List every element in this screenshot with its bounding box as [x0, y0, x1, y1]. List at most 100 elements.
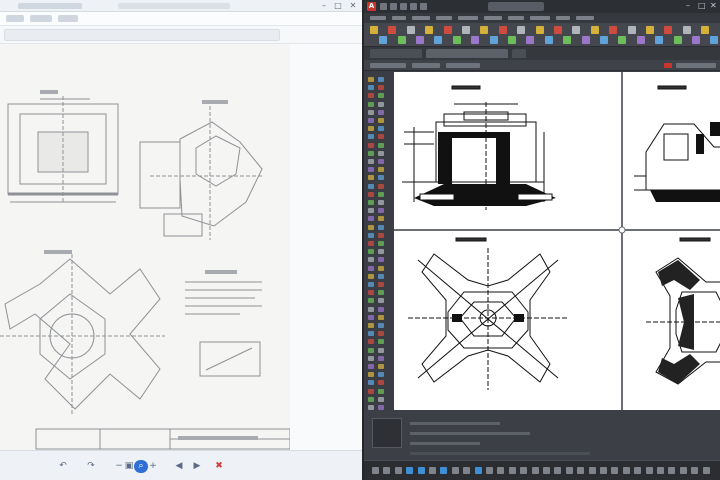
drawing-tool-icon[interactable]	[368, 126, 374, 132]
viewer-menu-item[interactable]	[30, 15, 52, 22]
drawing-tool-icon[interactable]	[368, 290, 374, 296]
drawing-tool-icon[interactable]	[378, 191, 384, 197]
drawing-tool-icon[interactable]	[378, 134, 384, 140]
ribbon-tool-icon[interactable]	[508, 36, 516, 44]
drawing-tool-icon[interactable]	[368, 216, 374, 222]
drawing-tool-icon[interactable]	[378, 273, 384, 279]
cad-menu-item[interactable]	[484, 16, 502, 20]
ribbon-tool-icon[interactable]	[627, 26, 636, 34]
drawing-tool-icon[interactable]	[378, 118, 384, 123]
ribbon-tool-icon[interactable]	[416, 36, 424, 44]
status-toggle-icon[interactable]	[531, 467, 539, 474]
status-toggle-icon[interactable]	[508, 467, 516, 474]
status-toggle-icon[interactable]	[634, 467, 642, 474]
viewer-close-button[interactable]: ✕	[347, 1, 359, 11]
document-tab-active[interactable]	[426, 49, 508, 58]
drawing-tool-icon[interactable]	[378, 323, 384, 328]
status-toggle-icon[interactable]	[543, 467, 550, 474]
drawing-tool-icon[interactable]	[378, 126, 384, 132]
zoom-in-icon[interactable]: +	[146, 460, 160, 473]
ribbon-tool-icon[interactable]	[554, 26, 562, 34]
drawing-tool-icon[interactable]	[378, 241, 384, 246]
drawing-tool-icon[interactable]	[368, 380, 374, 386]
drawing-tool-icon[interactable]	[378, 290, 384, 296]
status-toggle-icon[interactable]	[383, 467, 391, 474]
view-cube[interactable]	[372, 418, 402, 448]
drawing-tool-icon[interactable]	[378, 109, 384, 115]
drawing-tool-icon[interactable]	[368, 134, 374, 140]
drawing-tool-icon[interactable]	[378, 282, 384, 287]
quick-undo-icon[interactable]	[410, 3, 417, 10]
cad-menu-item[interactable]	[556, 16, 570, 20]
drawing-tool-icon[interactable]	[368, 306, 374, 312]
drawing-tool-icon[interactable]	[378, 396, 384, 402]
ribbon-tool-icon[interactable]	[710, 36, 719, 44]
ribbon-tool-icon[interactable]	[673, 36, 682, 44]
viewer-address-field[interactable]	[4, 29, 280, 41]
drawing-tool-icon[interactable]	[368, 298, 374, 304]
ribbon-tool-icon[interactable]	[434, 36, 443, 44]
ribbon-tool-icon[interactable]	[646, 26, 654, 34]
lineweight-dropdown[interactable]	[676, 63, 716, 68]
ribbon-tool-icon[interactable]	[397, 36, 406, 44]
drawing-tool-icon[interactable]	[378, 208, 384, 214]
status-toggle-icon[interactable]	[486, 467, 493, 474]
drawing-tool-icon[interactable]	[378, 372, 384, 378]
ribbon-tool-icon[interactable]	[370, 26, 378, 34]
drawing-tool-icon[interactable]	[378, 380, 384, 386]
drawing-tool-icon[interactable]	[378, 257, 384, 263]
drawing-tool-icon[interactable]	[368, 142, 374, 148]
ribbon-tool-icon[interactable]	[572, 26, 581, 34]
cad-menu-item[interactable]	[436, 16, 452, 20]
ribbon-tool-icon[interactable]	[462, 26, 470, 34]
status-toggle-icon[interactable]	[372, 467, 379, 474]
drawing-tool-icon[interactable]	[378, 265, 384, 271]
drawing-tool-icon[interactable]	[368, 167, 374, 173]
drawing-tool-icon[interactable]	[378, 77, 384, 82]
drawing-tool-icon[interactable]	[368, 249, 374, 255]
status-toggle-icon[interactable]	[463, 467, 471, 474]
status-toggle-icon[interactable]	[691, 467, 699, 474]
ribbon-tool-icon[interactable]	[388, 26, 397, 34]
previous-icon[interactable]: ◀	[172, 460, 186, 473]
ribbon-tool-icon[interactable]	[600, 36, 608, 44]
status-toggle-icon[interactable]	[600, 467, 607, 474]
quick-redo-icon[interactable]	[420, 3, 427, 10]
quick-save-icon[interactable]	[400, 3, 407, 10]
ribbon-tool-icon[interactable]	[489, 36, 498, 44]
document-tab[interactable]	[370, 49, 422, 58]
drawing-tool-icon[interactable]	[368, 175, 374, 181]
drawing-tool-icon[interactable]	[378, 216, 384, 222]
status-toggle-icon[interactable]	[565, 467, 573, 474]
drawing-tool-icon[interactable]	[368, 200, 374, 205]
ribbon-tool-icon[interactable]	[636, 36, 645, 44]
cad-maximize-button[interactable]: □	[698, 1, 706, 10]
cad-menu-item[interactable]	[530, 16, 550, 20]
ribbon-tool-icon[interactable]	[682, 26, 691, 34]
drawing-tool-icon[interactable]	[378, 159, 384, 164]
drawing-tool-icon[interactable]	[368, 224, 374, 230]
cad-menu-item[interactable]	[392, 16, 406, 20]
ribbon-tool-icon[interactable]	[544, 36, 553, 44]
cad-menu-item[interactable]	[458, 16, 478, 20]
status-toggle-icon[interactable]	[702, 467, 710, 474]
status-toggle-icon[interactable]	[520, 467, 528, 474]
ribbon-tool-icon[interactable]	[471, 36, 480, 44]
layer-dropdown[interactable]	[370, 63, 406, 68]
ribbon-tool-icon[interactable]	[701, 26, 710, 34]
ribbon-tool-icon[interactable]	[590, 26, 599, 34]
status-toggle-icon[interactable]	[497, 467, 505, 474]
drawing-tool-icon[interactable]	[368, 265, 374, 271]
drawing-tool-icon[interactable]	[378, 167, 384, 173]
drawing-tool-icon[interactable]	[368, 150, 374, 156]
drawing-tool-icon[interactable]	[378, 200, 384, 205]
drawing-tool-icon[interactable]	[378, 314, 384, 320]
drawing-tool-icon[interactable]	[368, 159, 374, 164]
drawing-tool-icon[interactable]	[368, 109, 374, 115]
quick-open-icon[interactable]	[390, 3, 397, 10]
drawing-tool-icon[interactable]	[368, 93, 374, 99]
drawing-tool-icon[interactable]	[378, 388, 384, 394]
status-toggle-icon[interactable]	[474, 467, 482, 474]
drawing-tool-icon[interactable]	[368, 364, 374, 369]
drawing-tool-icon[interactable]	[368, 314, 374, 320]
